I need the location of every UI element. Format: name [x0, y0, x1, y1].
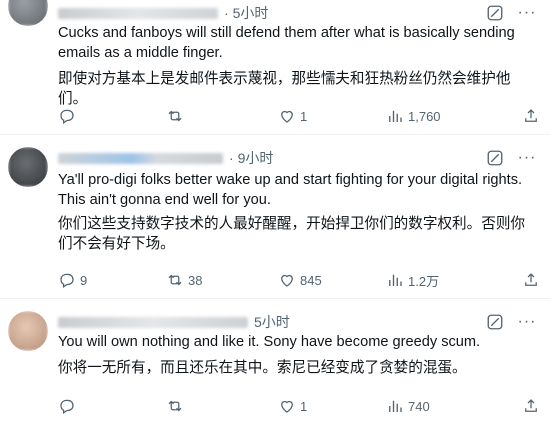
repost-button[interactable]	[166, 396, 188, 416]
share-icon	[525, 399, 537, 412]
avatar[interactable]	[8, 0, 48, 26]
reply-button[interactable]	[58, 106, 80, 126]
bookmark-share-area[interactable]	[522, 106, 540, 126]
views-icon	[389, 110, 402, 122]
post-header: · 5小时	[58, 3, 268, 23]
more-icon[interactable]: ···	[518, 149, 536, 167]
views-button[interactable]: 740	[386, 396, 430, 416]
repost-button[interactable]	[166, 106, 188, 126]
repost-icon	[168, 274, 182, 286]
more-icon[interactable]: ···	[518, 313, 536, 331]
views-count: 1,760	[408, 108, 441, 124]
like-button[interactable]: 845	[278, 270, 322, 290]
repost-icon	[168, 110, 182, 122]
share-icon	[525, 109, 537, 122]
separator-dot: ·	[224, 5, 229, 21]
like-button[interactable]: 1	[278, 106, 307, 126]
reply-button[interactable]	[58, 396, 80, 416]
avatar[interactable]	[8, 311, 48, 351]
share-icon	[525, 273, 537, 286]
repost-icon	[168, 400, 182, 412]
like-count: 1	[300, 108, 308, 124]
reply-icon	[60, 273, 74, 288]
repost-count: 38	[188, 272, 203, 288]
author-name-redacted[interactable]	[58, 152, 223, 164]
avatar[interactable]	[8, 147, 48, 187]
repost-button[interactable]: 38	[166, 270, 202, 290]
grok-icon[interactable]	[486, 313, 504, 331]
post-time[interactable]: 5小时	[254, 312, 290, 332]
post-text-english: Cucks and fanboys will still defend them…	[58, 25, 515, 61]
views-button[interactable]: 1,760	[386, 106, 441, 126]
author-name-redacted[interactable]	[58, 316, 248, 328]
action-bar: 1 740	[52, 396, 542, 416]
post-text-translation: 你们这些支持数字技术的人最好醒醒，开始捍卫你们的数字权利。否则你们不会有好下场。	[58, 216, 526, 252]
reply-button[interactable]: 9	[58, 270, 87, 290]
grok-icon[interactable]	[486, 4, 504, 22]
action-bar: 9 38 845 1.2万	[52, 270, 542, 290]
post-3[interactable]: 5小时 ··· You will own nothing and like it…	[0, 299, 550, 422]
bookmark-share-area[interactable]	[522, 270, 540, 290]
reply-count: 9	[80, 272, 88, 288]
views-button[interactable]: 1.2万	[386, 270, 439, 290]
like-icon	[281, 274, 293, 287]
reply-icon	[60, 109, 74, 124]
post-text-translation: 你将一无所有，而且还乐在其中。索尼已经变成了贪婪的混蛋。	[58, 360, 467, 376]
like-icon	[281, 400, 293, 413]
more-icon[interactable]: ···	[518, 4, 536, 22]
like-button[interactable]: 1	[278, 396, 307, 416]
views-count: 1.2万	[408, 273, 440, 289]
views-icon	[389, 274, 402, 286]
bookmark-share-area[interactable]	[522, 396, 540, 416]
post-time[interactable]: 5小时	[233, 3, 269, 23]
post-1[interactable]: · 5小时 ··· Cucks and fanboys will still d…	[0, 0, 550, 134]
post-header: 5小时	[58, 312, 290, 332]
like-count: 1	[300, 398, 308, 414]
post-text-english: Ya'll pro-digi folks better wake up and …	[58, 172, 523, 208]
post-2[interactable]: · 9小时 ··· Ya'll pro-digi folks better wa…	[0, 135, 550, 298]
post-text-english: You will own nothing and like it. Sony h…	[58, 334, 481, 350]
post-header: · 9小时	[58, 148, 273, 168]
separator-dot: ·	[229, 150, 234, 166]
like-count: 845	[300, 272, 322, 288]
post-time[interactable]: 9小时	[238, 148, 274, 168]
author-name-redacted[interactable]	[58, 7, 218, 19]
post-text-translation: 即使对方基本上是发邮件表示蔑视，那些懦夫和狂热粉丝仍然会维护他们。	[58, 71, 511, 107]
action-bar: 1 1,760	[52, 106, 542, 126]
grok-icon[interactable]	[486, 149, 504, 167]
like-icon	[281, 110, 293, 123]
views-count: 740	[408, 398, 430, 414]
views-icon	[389, 400, 402, 412]
reply-icon	[60, 399, 74, 414]
